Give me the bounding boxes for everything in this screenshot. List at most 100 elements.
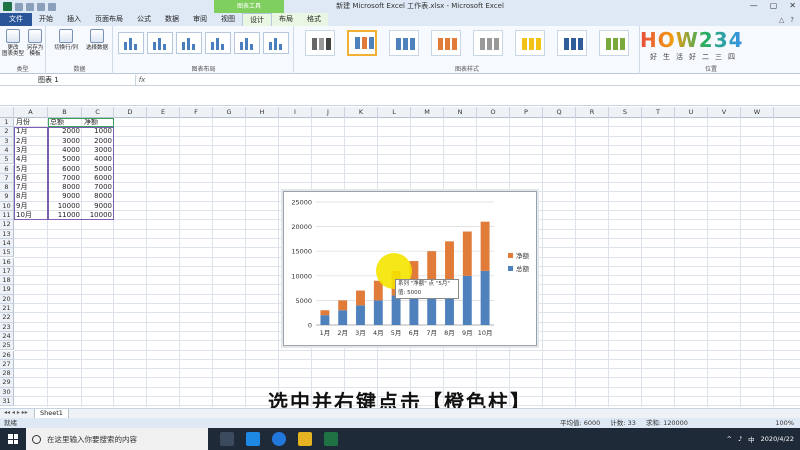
excel-taskbar-icon[interactable] [324, 432, 338, 446]
save-as-template-button[interactable]: 另存为 模板 [24, 29, 46, 57]
column-header-i[interactable]: I [279, 107, 312, 118]
column-header-e[interactable]: E [147, 107, 180, 118]
row-header-23[interactable]: 23 [0, 322, 14, 332]
row-header-19[interactable]: 19 [0, 285, 14, 295]
bar-total-5[interactable] [391, 295, 401, 325]
row-header-2[interactable]: 2 [0, 127, 14, 137]
close-button[interactable]: ✕ [789, 1, 796, 10]
tab-view[interactable]: 视图 [214, 13, 242, 26]
bar-total-1[interactable] [320, 315, 330, 325]
row-header-9[interactable]: 9 [0, 192, 14, 202]
row-header-20[interactable]: 20 [0, 294, 14, 304]
column-header-l[interactable]: L [378, 107, 411, 118]
bar-total-10[interactable] [480, 270, 490, 325]
column-header-r[interactable]: R [576, 107, 609, 118]
column-header-p[interactable]: P [510, 107, 543, 118]
redo-icon[interactable] [37, 2, 45, 11]
row-header-6[interactable]: 6 [0, 164, 14, 174]
row-header-4[interactable]: 4 [0, 145, 14, 156]
sheet-nav-arrows-icon[interactable]: ◂◂ ◂ ▸ ▸▸ [4, 409, 28, 416]
undo-icon[interactable] [26, 2, 34, 11]
chart-layout-1[interactable] [118, 32, 144, 54]
bar-total-2[interactable] [338, 310, 348, 325]
maximize-button[interactable]: ▢ [770, 1, 778, 10]
row-header-27[interactable]: 27 [0, 359, 14, 370]
row-header-5[interactable]: 5 [0, 155, 14, 165]
column-header-k[interactable]: K [345, 107, 378, 118]
row-header-8[interactable]: 8 [0, 183, 14, 193]
chart-style-1[interactable] [305, 30, 335, 56]
column-header-u[interactable]: U [675, 107, 708, 118]
chart-layout-5[interactable] [234, 32, 260, 54]
column-header-m[interactable]: M [411, 107, 444, 118]
fx-icon[interactable]: fx [136, 76, 148, 84]
chart-style-5[interactable] [473, 30, 503, 56]
zoom-level[interactable]: 100% [775, 418, 794, 428]
tab-page-layout[interactable]: 页面布局 [88, 13, 130, 26]
row-header-25[interactable]: 25 [0, 341, 14, 351]
quick-access-more-icon[interactable] [48, 2, 56, 11]
row-header-12[interactable]: 12 [0, 220, 14, 230]
row-header-7[interactable]: 7 [0, 173, 14, 184]
task-view-icon[interactable] [220, 432, 234, 446]
column-header-j[interactable]: J [312, 107, 345, 118]
row-header-11[interactable]: 11 [0, 211, 14, 221]
column-header-d[interactable]: D [114, 107, 147, 118]
tab-format[interactable]: 格式 [300, 13, 328, 26]
row-header-24[interactable]: 24 [0, 331, 14, 342]
row-header-18[interactable]: 18 [0, 276, 14, 286]
tab-data[interactable]: 数据 [158, 13, 186, 26]
row-header-22[interactable]: 22 [0, 313, 14, 323]
chart-layout-2[interactable] [147, 32, 173, 54]
column-header-t[interactable]: T [642, 107, 675, 118]
row-header-16[interactable]: 16 [0, 257, 14, 267]
file-explorer-icon[interactable] [298, 432, 312, 446]
notification-area-icon[interactable]: ^ [727, 435, 732, 443]
chart-style-4[interactable] [431, 30, 461, 56]
row-header-17[interactable]: 17 [0, 266, 14, 277]
tab-insert[interactable]: 插入 [60, 13, 88, 26]
edge-browser-icon[interactable] [272, 432, 286, 446]
tab-chart-layout[interactable]: 布局 [272, 13, 300, 26]
tab-design[interactable]: 设计 [242, 13, 272, 26]
tab-home[interactable]: 开始 [32, 13, 60, 26]
row-header-13[interactable]: 13 [0, 229, 14, 239]
column-header-w[interactable]: W [741, 107, 774, 118]
bar-total-3[interactable] [356, 305, 365, 325]
column-header-s[interactable]: S [609, 107, 642, 118]
minimize-button[interactable]: — [750, 1, 758, 10]
column-header-n[interactable]: N [444, 107, 477, 118]
column-header-c[interactable]: C [82, 107, 114, 118]
save-icon[interactable] [15, 2, 23, 11]
column-header-v[interactable]: V [708, 107, 741, 118]
bar-net-8[interactable] [445, 241, 454, 281]
chart-layout-3[interactable] [176, 32, 202, 54]
taskbar-search[interactable]: 在这里输入你要搜索的内容 [26, 428, 208, 450]
column-header-h[interactable]: H [246, 107, 279, 118]
input-method-icon[interactable]: 中 [748, 434, 755, 444]
row-header-21[interactable]: 21 [0, 304, 14, 314]
bar-net-10[interactable] [480, 221, 490, 271]
select-data-button[interactable]: 选择数据 [83, 29, 111, 51]
legend-swatch-total[interactable] [508, 266, 513, 271]
bar-total-4[interactable] [373, 300, 383, 325]
volume-icon[interactable]: ♪ [738, 435, 742, 443]
switch-row-col-button[interactable]: 切换行/列 [51, 29, 81, 51]
change-chart-type-button[interactable]: 更改 图表类型 [2, 29, 24, 57]
select-all-corner[interactable] [0, 107, 14, 118]
chart-style-6[interactable] [515, 30, 545, 56]
bar-net-9[interactable] [462, 231, 472, 276]
row-header-28[interactable]: 28 [0, 369, 14, 379]
bar-net-3[interactable] [356, 290, 365, 306]
mail-app-icon[interactable] [246, 432, 260, 446]
bar-total-9[interactable] [462, 275, 472, 325]
name-box[interactable]: 图表 1 [0, 75, 136, 85]
column-header-f[interactable]: F [180, 107, 213, 118]
tab-formulas[interactable]: 公式 [130, 13, 158, 26]
row-header-1[interactable]: 1 [0, 118, 14, 128]
clock[interactable]: 2020/4/22 [761, 435, 794, 443]
column-header-o[interactable]: O [477, 107, 510, 118]
bar-net-1[interactable] [320, 310, 330, 316]
chart-style-8[interactable] [599, 30, 629, 56]
column-header-a[interactable]: A [14, 107, 48, 118]
